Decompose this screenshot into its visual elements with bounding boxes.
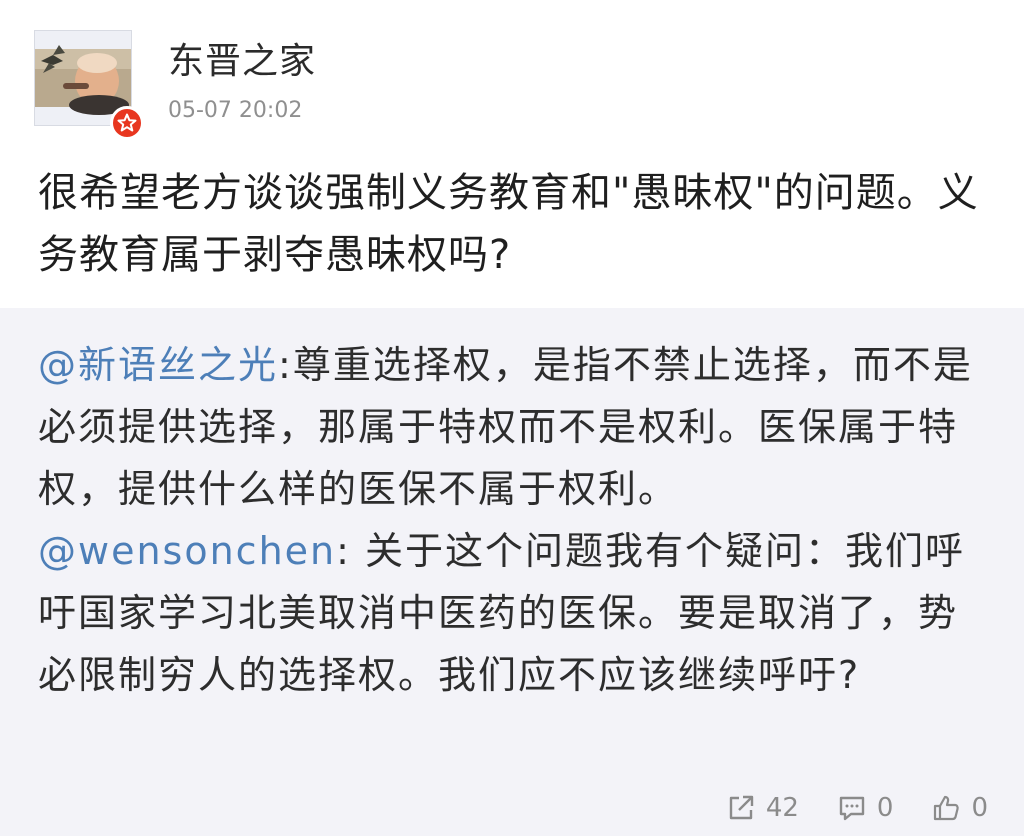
repost-count: 42 — [765, 793, 799, 823]
like-count: 0 — [971, 793, 988, 823]
repost-text: @新语丝之光:尊重选择权，是指不禁止选择，而不是必须提供选择，那属于特权而不是权… — [38, 334, 988, 706]
like-icon — [934, 795, 960, 821]
post-text: 很希望老方谈谈强制义务教育和"愚昧权"的问题。义务教育属于剥夺愚昧权吗? — [38, 170, 979, 278]
share-button[interactable]: 42 — [726, 793, 799, 823]
verified-badge — [110, 106, 144, 140]
post-timestamp: 05-07 20:02 — [168, 98, 303, 123]
action-bar: 42 0 0 — [726, 788, 988, 828]
post-card: 东晋之家 05-07 20:02 很希望老方谈谈强制义务教育和"愚昧权"的问题。… — [0, 0, 1024, 308]
verified-star-icon — [117, 113, 137, 132]
like-button[interactable]: 0 — [931, 793, 988, 823]
author-avatar-container[interactable] — [34, 30, 144, 140]
author-name[interactable]: 东晋之家 — [168, 40, 316, 84]
comment-button[interactable]: 0 — [837, 793, 894, 823]
mention-link[interactable]: @新语丝之光 — [38, 343, 278, 387]
comment-count: 0 — [876, 793, 894, 823]
share-icon — [729, 795, 754, 820]
mention-link[interactable]: @wensonchen — [38, 529, 336, 573]
comment-icon — [839, 796, 865, 821]
quoted-repost[interactable]: @新语丝之光:尊重选择权，是指不禁止选择，而不是必须提供选择，那属于特权而不是权… — [0, 308, 1024, 836]
